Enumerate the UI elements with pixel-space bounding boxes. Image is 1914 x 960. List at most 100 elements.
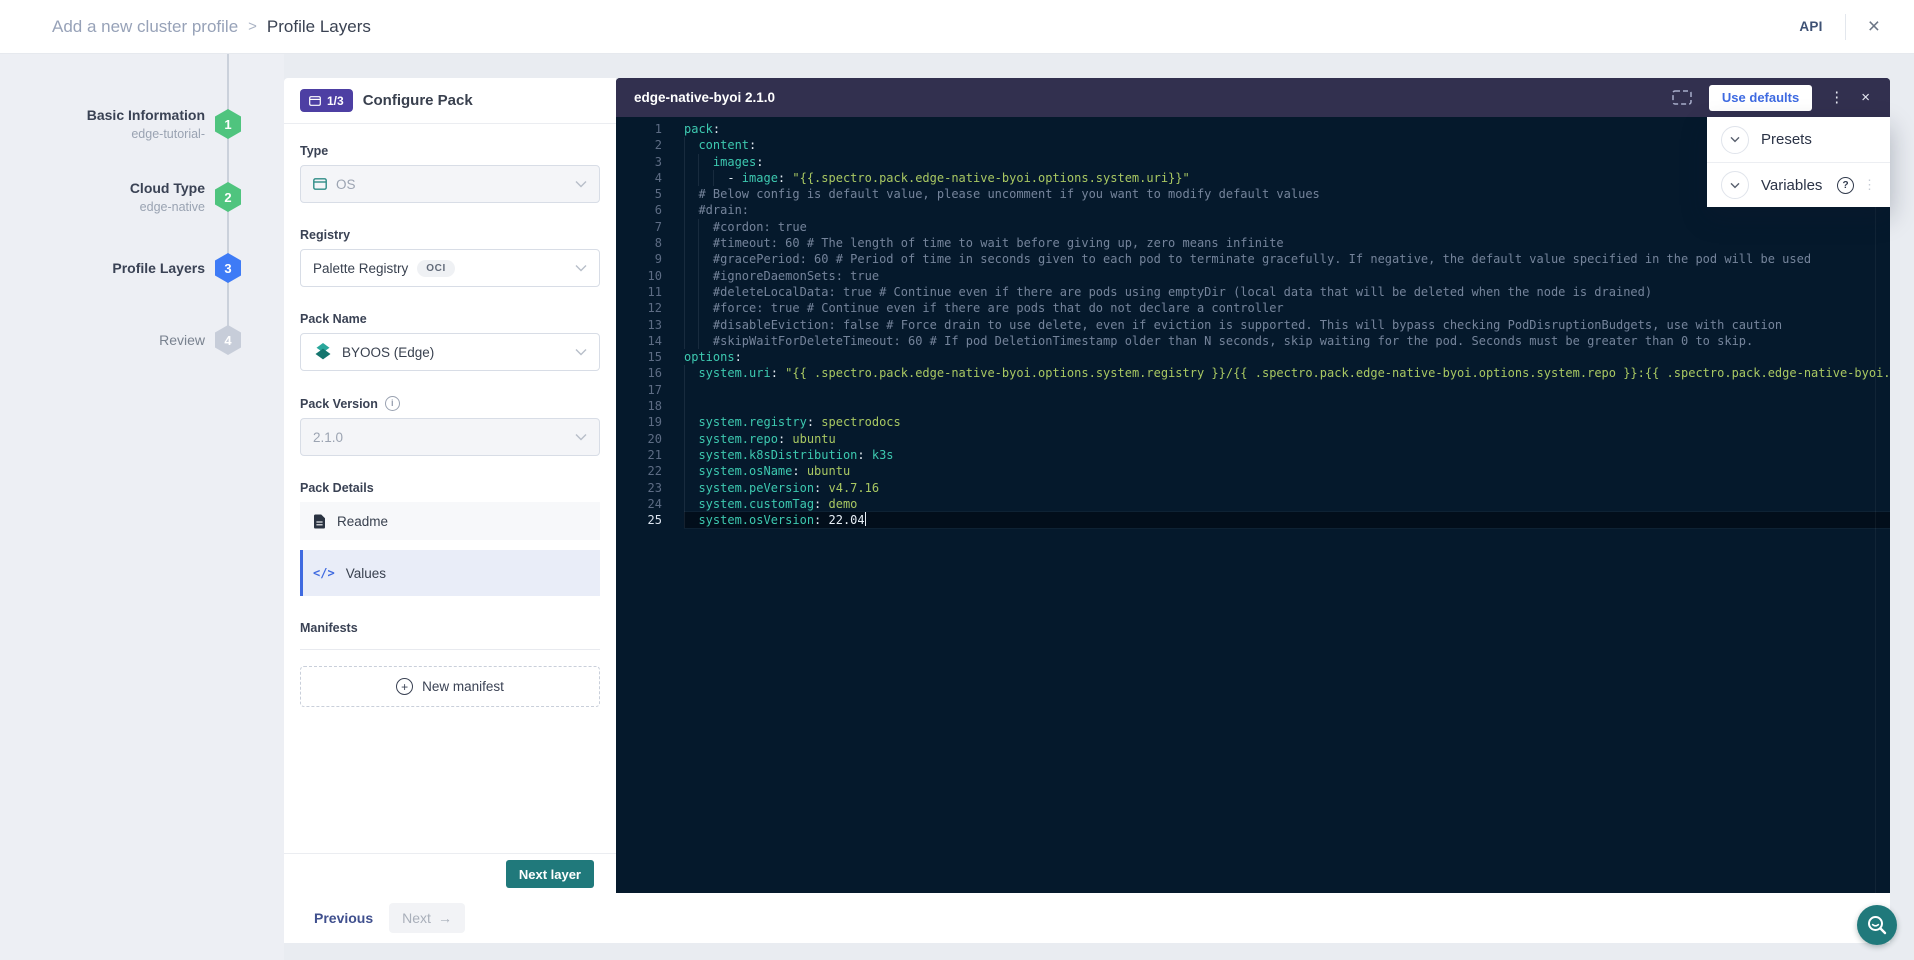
help-search-fab[interactable] [1857,905,1897,945]
variables-label: Variables [1761,177,1822,194]
next-button-label: Next [402,910,431,926]
step-label: Basic Information [87,105,205,125]
line-number: 4 [616,170,662,186]
code-line[interactable] [684,398,1890,414]
document-icon [313,514,326,529]
help-icon[interactable]: ? [1837,177,1854,194]
next-button[interactable]: Next → [389,903,465,933]
kebab-menu-icon[interactable]: ⋮ [1863,177,1876,193]
manifests-divider [300,649,600,650]
line-number: 14 [616,333,662,349]
stepper-step[interactable]: Profile Layers [0,238,205,298]
line-number: 8 [616,235,662,251]
chevron-down-icon [1730,182,1740,189]
code-line[interactable]: #disableEviction: false # Force drain to… [684,317,1890,333]
code-line[interactable]: system.repo: ubuntu [684,431,1890,447]
step-sublabel: edge-tutorial- [131,125,205,144]
code-line[interactable]: #gracePeriod: 60 # Period of time in sec… [684,251,1890,267]
code-line[interactable]: #ignoreDaemonSets: true [684,268,1890,284]
close-icon[interactable]: × [1868,16,1880,37]
configure-pack-panel: 1/3 Configure Pack Type OS Registry Pale… [284,78,616,893]
presets-row[interactable]: Presets [1707,117,1890,162]
presets-variables-panel: Presets Variables ? ⋮ [1707,117,1890,207]
breadcrumb: Add a new cluster profile > Profile Laye… [52,17,371,37]
line-number: 9 [616,251,662,267]
chevron-down-icon [575,264,587,272]
variables-expand-button[interactable] [1721,171,1749,199]
next-layer-button[interactable]: Next layer [506,860,594,888]
stepper-sidebar: Basic Informationedge-tutorial-1Cloud Ty… [0,54,284,960]
code-line[interactable]: system.registry: spectrodocs [684,414,1890,430]
code-line[interactable]: #timeout: 60 # The length of time to wai… [684,235,1890,251]
code-line[interactable]: #skipWaitForDeleteTimeout: 60 # If pod D… [684,333,1890,349]
registry-select[interactable]: Palette Registry OCI [300,249,600,287]
values-tab-label: Values [346,566,386,581]
code-line[interactable]: #force: true # Continue even if there ar… [684,300,1890,316]
editor-close-icon[interactable]: × [1861,90,1870,105]
pack-values-editor: edge-native-byoi 2.1.0 Use defaults ⋮ × … [616,78,1890,893]
code-line[interactable]: options: [684,349,1890,365]
stepper-step[interactable]: Cloud Typeedge-native [0,167,205,227]
os-layer-icon [313,178,327,190]
line-number: 23 [616,480,662,496]
top-header: Add a new cluster profile > Profile Laye… [0,0,1914,54]
step-number-hexagon: 2 [215,182,241,212]
code-line[interactable] [684,382,1890,398]
variables-row[interactable]: Variables ? ⋮ [1707,162,1890,207]
step-label: Cloud Type [130,178,205,198]
info-icon[interactable]: i [385,396,400,411]
presets-expand-button[interactable] [1721,126,1749,154]
type-value: OS [336,177,356,192]
configure-pack-footer: Next layer [284,853,616,893]
use-defaults-button[interactable]: Use defaults [1709,85,1812,111]
type-label: Type [300,144,600,158]
line-number: 21 [616,447,662,463]
code-area[interactable]: 1234567891011121314151617181920212223242… [616,117,1890,893]
new-manifest-button[interactable]: + New manifest [300,666,600,707]
code-line[interactable]: system.osVersion: 22.04 [684,512,1890,528]
readme-tab-label: Readme [337,514,388,529]
line-number: 18 [616,398,662,414]
stepper-step[interactable]: Basic Informationedge-tutorial- [0,94,205,154]
header-actions: API × [1799,14,1880,40]
configure-pack-body: Type OS Registry Palette Registry OCI Pa… [284,124,616,707]
code-icon: </> [313,566,335,580]
configure-pack-header: 1/3 Configure Pack [284,78,616,124]
pack-name-select[interactable]: BYOOS (Edge) [300,333,600,371]
line-number: 20 [616,431,662,447]
kebab-menu-icon[interactable]: ⋮ [1829,90,1844,105]
pack-version-select[interactable]: 2.1.0 [300,418,600,456]
previous-button[interactable]: Previous [314,910,373,926]
tab-readme[interactable]: Readme [300,502,600,540]
new-manifest-label: New manifest [422,679,504,694]
arrow-right-icon: → [438,910,452,926]
editor-titlebar: edge-native-byoi 2.1.0 Use defaults ⋮ × [616,78,1890,117]
code-line[interactable]: system.k8sDistribution: k3s [684,447,1890,463]
pack-name-value: BYOOS (Edge) [342,345,434,360]
step-number-hexagon: 3 [215,253,241,283]
breadcrumb-separator: > [248,18,257,35]
step-sublabel: edge-native [140,198,205,217]
configure-pack-title: Configure Pack [363,92,473,109]
stepper-step[interactable]: Review [0,310,205,370]
pack-step-badge: 1/3 [300,89,353,112]
window-icon [309,96,321,106]
header-divider [1845,14,1846,40]
line-number: 6 [616,202,662,218]
manifests-label: Manifests [300,621,600,635]
api-link[interactable]: API [1799,19,1822,34]
code-line[interactable]: #cordon: true [684,219,1890,235]
line-number: 15 [616,349,662,365]
code-line[interactable]: system.uri: "{{ .spectro.pack.edge-nativ… [684,365,1890,381]
code-line[interactable]: system.peVersion: v4.7.16 [684,480,1890,496]
expand-editor-icon[interactable] [1672,90,1692,105]
code-line[interactable]: system.osName: ubuntu [684,463,1890,479]
tab-values[interactable]: </> Values [300,550,600,596]
registry-label: Registry [300,228,600,242]
text-cursor [865,512,867,526]
code-line[interactable]: system.customTag: demo [684,496,1890,512]
code-line[interactable]: #deleteLocalData: true # Continue even i… [684,284,1890,300]
type-select[interactable]: OS [300,165,600,203]
pack-name-label: Pack Name [300,312,600,326]
breadcrumb-parent-link[interactable]: Add a new cluster profile [52,17,238,37]
